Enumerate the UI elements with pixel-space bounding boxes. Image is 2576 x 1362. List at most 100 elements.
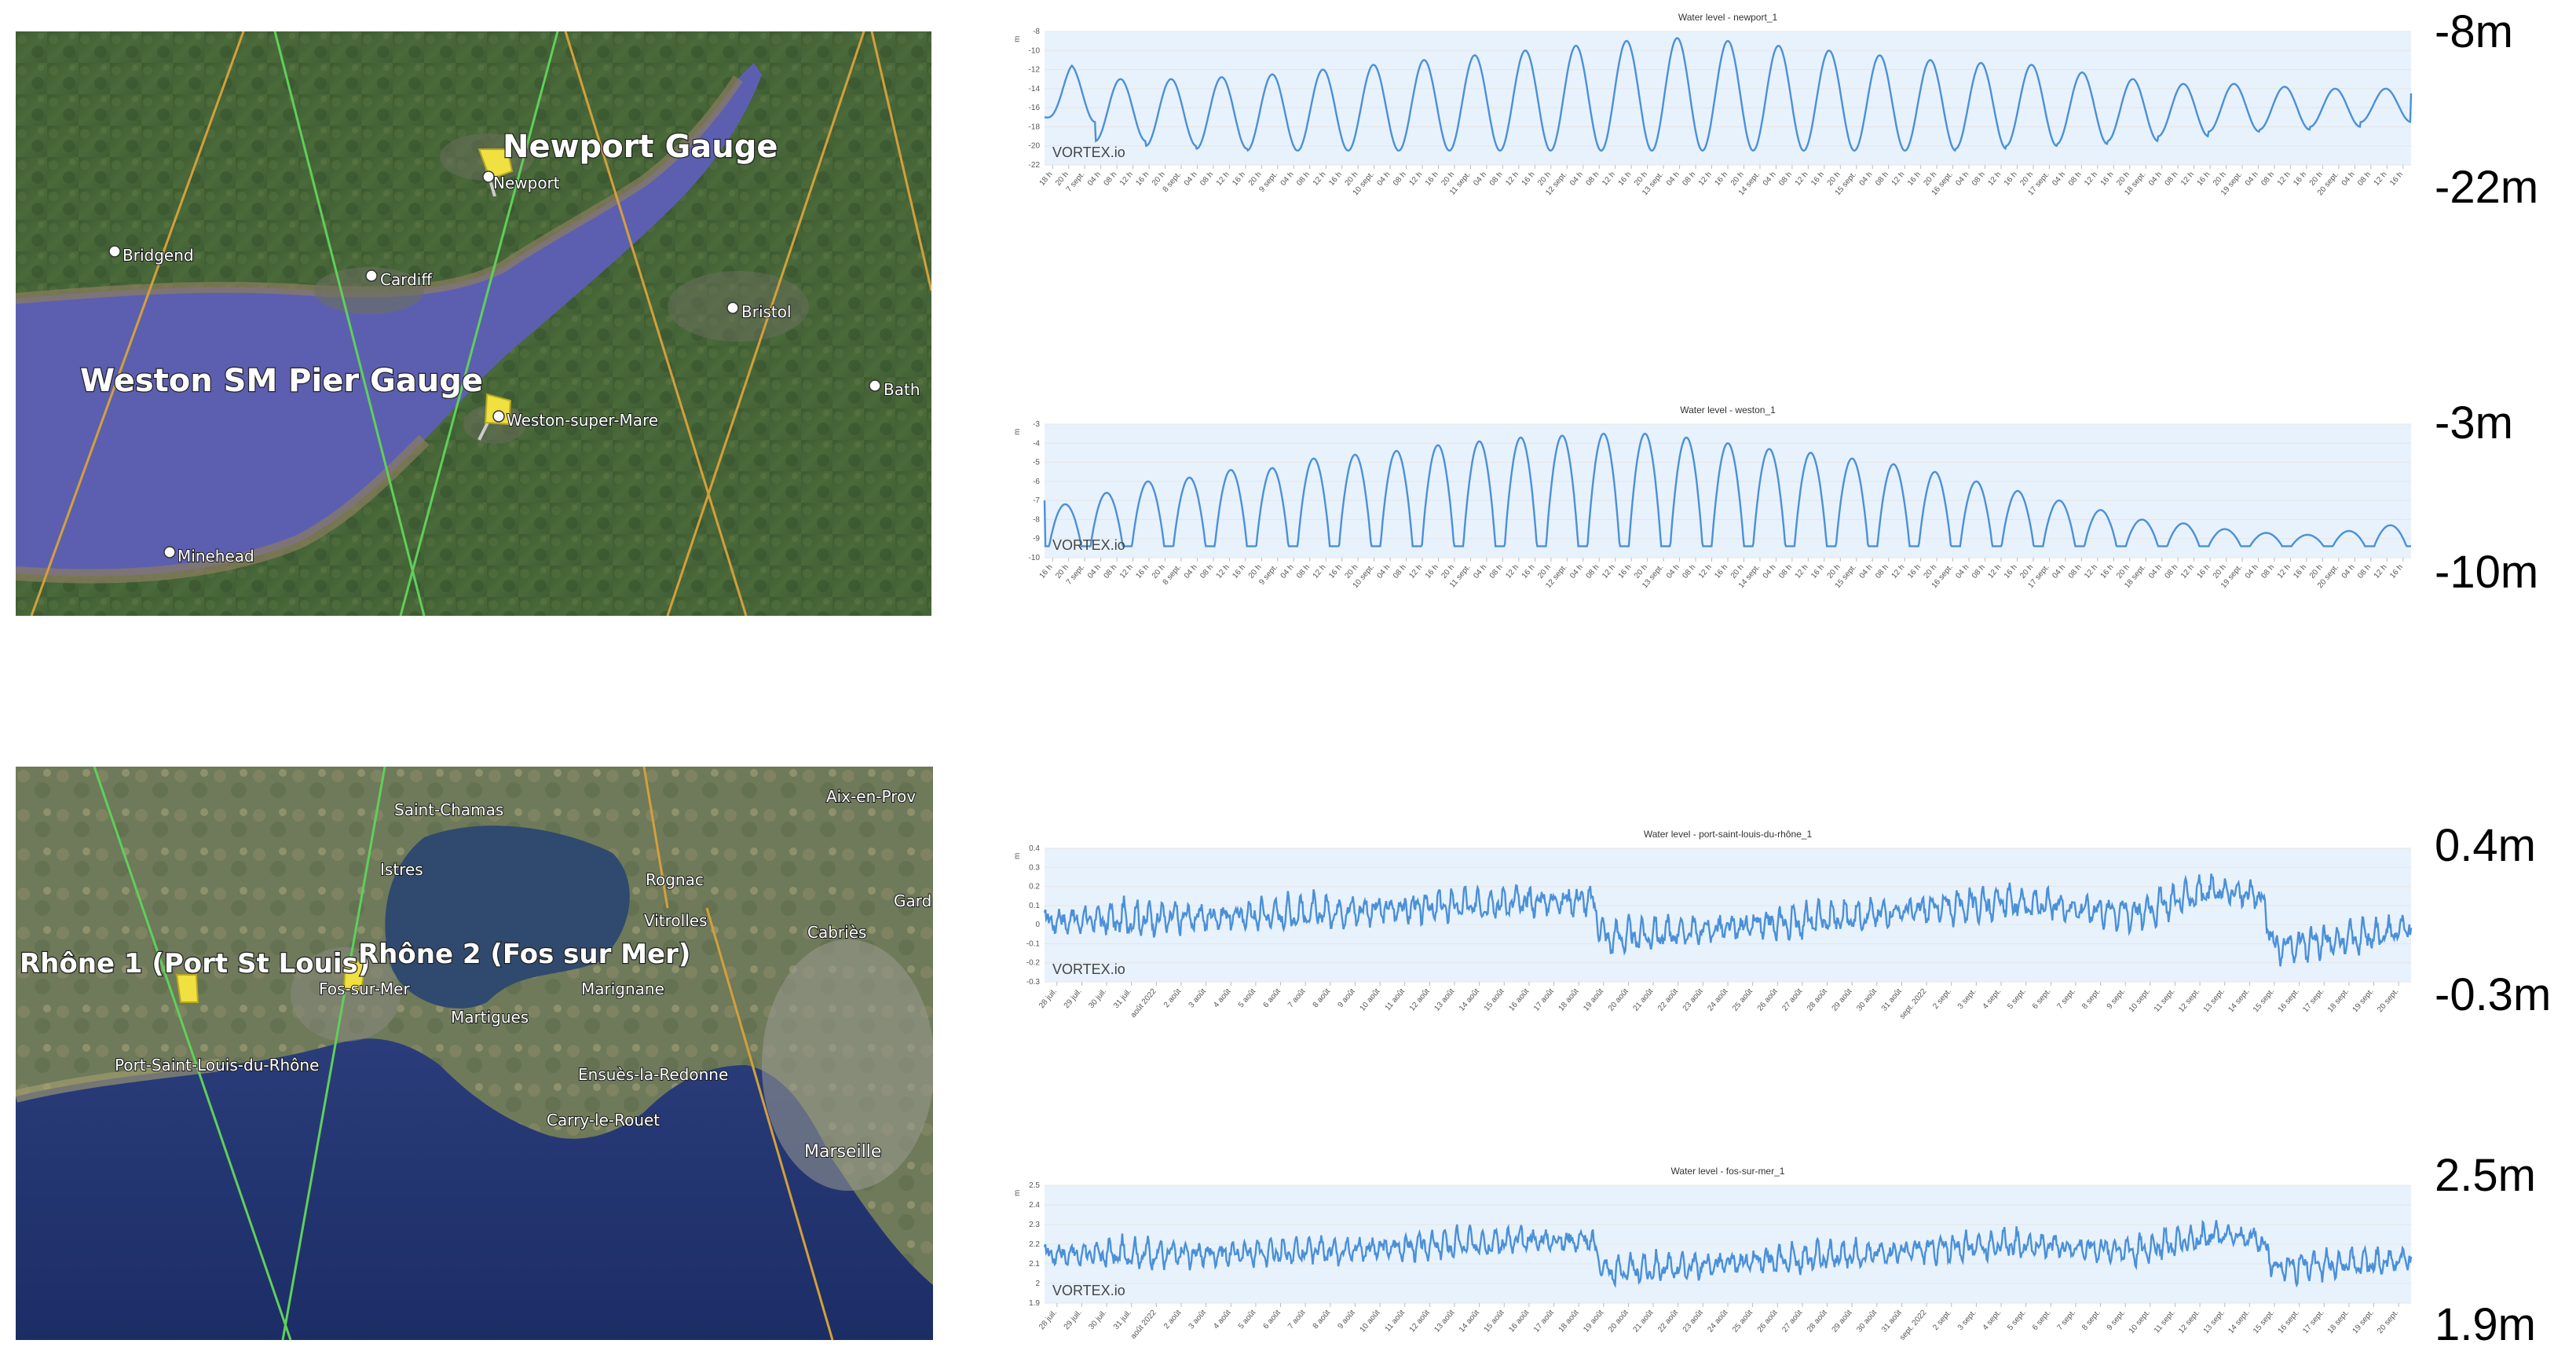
- chart-xtick-label: 16 h: [1809, 563, 1826, 580]
- town-dot-bath: [869, 379, 881, 392]
- chart-xtick-label: 11 sept.: [2153, 1309, 2177, 1335]
- chart-xtick-label: 04 h: [1568, 563, 1585, 580]
- chart-xtick-label: 6 sept.: [2031, 1309, 2053, 1332]
- town-label-ensues: Ensuès-la-Redonne: [578, 1065, 728, 1084]
- chart-ytick-label: 0.2: [1029, 883, 1040, 892]
- chart-xtick-label: 7 août: [1286, 987, 1307, 1010]
- chart-xtick-label: 12 h: [1794, 563, 1810, 580]
- chart-xtick-label: 28 juil.: [1037, 1309, 1059, 1331]
- chart-xtick-label: 19 août: [1582, 987, 1605, 1013]
- chart-xtick-label: 12 h: [1504, 563, 1520, 580]
- chart-title: Water level - port-saint-louis-du-rhône_…: [1644, 829, 1813, 840]
- chart-xtick-label: 15 août: [1483, 987, 1506, 1013]
- chart-xtick-label: 12 h: [1601, 170, 1617, 188]
- chart-port-saint-louis-svg: Water level - port-saint-louis-du-rhône_…: [1013, 829, 2413, 1021]
- chart-ytick-label: 2: [1035, 1280, 1040, 1288]
- chart-xtick-label: 04 h: [1954, 170, 1970, 188]
- chart-xtick-label: 04 h: [2051, 563, 2067, 580]
- town-label-newport: Newport: [493, 174, 560, 192]
- chart-xtick-label: 3 août: [1187, 1309, 1208, 1331]
- range-label-newport-bottom: -22m: [2435, 162, 2539, 213]
- chart-newport-svg: Water level - newport_1m -8 -10 -12 -14 -16 -1…: [1013, 12, 2413, 197]
- chart-xtick-label: 16 sept.: [2277, 987, 2301, 1014]
- chart-xtick-label: 18 h: [1038, 170, 1055, 188]
- chart-xtick-label: sept. 2022: [1898, 987, 1929, 1021]
- chart-xtick-label: 16 sept.: [2277, 1309, 2301, 1335]
- chart-xtick-label: 12 h: [1697, 170, 1714, 188]
- chart-ytick-label: -22: [1029, 161, 1041, 170]
- vortex-watermark: VORTEX.io: [1052, 145, 1125, 160]
- chart-xtick-label: 16 h: [2195, 170, 2212, 188]
- town-label-port-saint-louis: Port-Saint-Louis-du-Rhône: [115, 1056, 319, 1075]
- chart-xtick-label: 13 sept.: [2202, 1309, 2227, 1335]
- chart-ytick-label: 0.3: [1029, 863, 1040, 872]
- chart-xtick-label: 22 août: [1656, 1309, 1680, 1335]
- chart-xtick-label: 12 h: [1697, 563, 1714, 580]
- gauge-label-rhone2: Rhône 2 (Fos sur Mer): [358, 939, 690, 970]
- chart-xtick-label: 16 h: [1327, 170, 1344, 188]
- chart-xtick-label: 25 août: [1731, 987, 1755, 1013]
- chart-ytick-label: -8: [1033, 515, 1040, 524]
- chart-xtick-label: 20 sept.: [2376, 1309, 2400, 1335]
- town-label-bristol: Bristol: [741, 302, 792, 321]
- chart-xtick-label: 12 h: [1986, 170, 2003, 188]
- chart-xtick-label: 15 août: [1483, 1309, 1506, 1335]
- chart-xtick-label: 08 h: [2067, 563, 2084, 580]
- chart-xtick-label: 9 août: [1336, 987, 1356, 1010]
- chart-plot-area: [1045, 848, 2411, 982]
- chart-xtick-label: 2 août: [1162, 987, 1183, 1010]
- chart-xtick-label: 12 h: [1215, 563, 1231, 580]
- chart-xtick-label: 2 août: [1162, 1309, 1183, 1331]
- chart-xtick-label: 04 h: [1375, 563, 1392, 580]
- chart-xtick-label: 04 h: [1762, 563, 1778, 580]
- chart-xtick-label: 30 juil.: [1087, 987, 1108, 1010]
- chart-xtick-label: 9 sept.: [2106, 987, 2128, 1011]
- chart-ytick-label: 1.9: [1029, 1299, 1040, 1308]
- chart-xtick-label: 08 h: [2259, 170, 2276, 188]
- chart-xtick-label: 14 sept.: [2227, 1309, 2251, 1335]
- chart-xtick-label: 23 août: [1681, 1309, 1705, 1335]
- chart-xtick-label: 8 sept.: [2080, 1309, 2102, 1332]
- chart-xtick-label: 14 sept.: [2227, 987, 2251, 1014]
- chart-xtick-label: 20 sept.: [2376, 987, 2400, 1014]
- chart-xtick-label: 18 août: [1557, 987, 1581, 1013]
- chart-xtick-label: août 2022: [1129, 1309, 1158, 1341]
- chart-xtick-label: 16 h: [2292, 170, 2308, 188]
- chart-ytick-label: -6: [1033, 478, 1040, 486]
- town-label-bridgend: Bridgend: [123, 246, 194, 265]
- chart-xtick-label: 16 h: [2292, 563, 2308, 580]
- chart-xtick-label: 08 h: [1102, 563, 1118, 580]
- chart-xtick-label: 12 h: [1312, 563, 1328, 580]
- chart-xtick-label: 18 août: [1557, 1309, 1581, 1335]
- town-label-cabries: Cabriès: [807, 923, 866, 942]
- chart-xtick-label: 12 h: [1118, 170, 1135, 188]
- chart-xtick-label: 12 h: [1215, 170, 1231, 188]
- chart-xtick-label: 16 h: [1809, 170, 1826, 188]
- chart-xtick-label: 12 h: [1890, 170, 1907, 188]
- town-dot-newport: [482, 170, 495, 183]
- chart-xtick-label: 5 sept.: [2006, 987, 2028, 1011]
- chart-ytick-label: 0.4: [1029, 844, 1040, 853]
- chart-xtick-label: 5 août: [1237, 1309, 1257, 1331]
- chart-title: Water level - newport_1: [1678, 12, 1778, 23]
- chart-xtick-label: 04 h: [2051, 170, 2067, 188]
- chart-ylabel: m: [1013, 1190, 1022, 1196]
- chart-xtick-label: 08 h: [1777, 563, 1794, 580]
- vortex-watermark: VORTEX.io: [1052, 1283, 1125, 1298]
- chart-ytick-label: -0.3: [1026, 978, 1041, 987]
- chart-ytick-label: -8: [1033, 27, 1040, 36]
- chart-xtick-label: 3 sept.: [1956, 987, 1978, 1011]
- chart-ytick-label: 2.5: [1029, 1181, 1040, 1190]
- town-dot-weston: [492, 410, 505, 423]
- chart-xtick-label: 04 h: [1183, 170, 1199, 188]
- chart-xtick-label: 04 h: [2340, 563, 2357, 580]
- chart-ytick-label: -0.2: [1026, 959, 1041, 968]
- chart-xtick-label: 29 août: [1831, 1309, 1854, 1335]
- range-label-weston-top: -3m: [2435, 397, 2513, 449]
- chart-xtick-label: 08 h: [1585, 563, 1601, 580]
- chart-xtick-label: 12 h: [2179, 563, 2196, 580]
- chart-xtick-label: 7 sept.: [2055, 987, 2077, 1011]
- chart-xtick-label: 21 août: [1632, 1309, 1656, 1335]
- chart-xtick-label: 12 h: [1794, 170, 1810, 188]
- chart-xtick-label: août 2022: [1129, 987, 1158, 1020]
